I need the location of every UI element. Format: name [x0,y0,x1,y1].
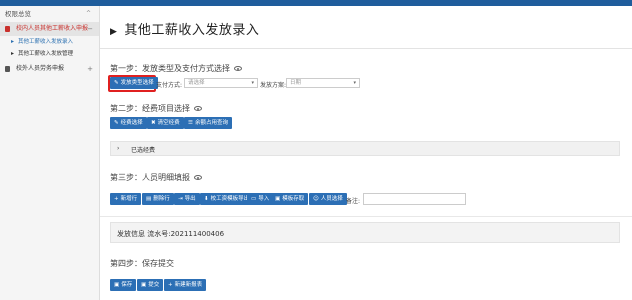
add-row-label: 新增行 [120,196,138,202]
bullet-icon: ▸ [11,50,15,57]
fund-select-button[interactable]: ✎ 经费选择 [110,117,147,129]
divider [100,216,632,217]
chevron-down-icon: ▾ [251,80,254,86]
page-title-text: 其他工薪收入发放录入 [124,23,260,38]
triangle-icon: ▶ [110,27,118,37]
divider [100,48,632,49]
fund-clear-label: 清空经费 [157,120,180,126]
sidebar: 权限总览 ^ 校内人员其他工薪收入申报 − ▸ 其他工薪收入发放录入 ▸ 其他工… [0,6,100,300]
scheme-label: 发放方案: [260,82,287,89]
sidebar-group-internal[interactable]: 校内人员其他工薪收入申报 − [0,22,99,36]
user-icon: ☺ [313,196,319,202]
export-label: 导出 [184,196,196,202]
sidebar-item-label: 其他工薪收入发放管理 [18,51,74,57]
sidebar-group-external[interactable]: 校外人员劳务申报 + [0,62,99,76]
document-icon [5,66,10,72]
template-export-button[interactable]: ⬇ 校工资模板导出 [200,193,254,205]
step3-title: 第三步：人员明细填报 [110,172,202,183]
balance-query-button[interactable]: ☰ 余额占用查询 [184,117,232,129]
step4-title: 第四步：保存提交 [110,258,174,269]
download-icon: ⬇ [204,196,209,202]
scheme-value: 日期 [290,80,302,86]
person-select-button[interactable]: ☺ 人员选择 [309,193,347,205]
floppy-icon: ▣ [114,282,120,288]
folder-icon: ▭ [251,196,257,202]
selected-fund-label: 已选经费 [131,147,156,154]
selected-fund-panel[interactable]: › 已选经费 [110,141,620,156]
person-select-label: 人员选择 [320,196,343,202]
sidebar-item-salary-manage[interactable]: ▸ 其他工薪收入发放管理 [0,48,99,60]
eye-icon[interactable] [234,66,242,71]
main-content: ▶ 其他工薪收入发放录入 第一步：发放类型及支付方式选择 ✎ 发放类型选择 支付方式… [100,6,632,300]
sidebar-title[interactable]: 权限总览 ^ [0,6,99,22]
sidebar-group-label: 校外人员劳务申报 [16,65,65,72]
new-report-label: 新建新报表 [174,282,203,288]
balance-query-label: 余额占用查询 [194,120,228,126]
pay-method-label: 支付方式: [156,82,183,89]
fund-clear-button[interactable]: ✖ 清空经费 [147,117,184,129]
plus-icon: + [114,196,119,202]
type-select-button[interactable]: ✎ 发放类型选择 [110,77,158,89]
export-icon: ⇥ [178,196,183,202]
caret-right-icon: › [117,145,120,152]
pencil-icon: ✎ [114,120,119,126]
delete-row-label: 删除行 [153,196,170,202]
document-icon [5,26,10,32]
template-save-button[interactable]: ▣ 模板存取 [271,193,309,205]
trash-icon: ✖ [151,120,156,126]
save-icon: ▣ [275,196,281,202]
step1-title-text: 第一步：发放类型及支付方式选择 [110,64,230,73]
submit-label: 提交 [148,282,160,288]
import-button[interactable]: ▭ 导入 [247,193,274,205]
remark-label: 备注: [346,198,361,205]
step2-title-text: 第二步：经费项目选择 [110,104,190,113]
chevron-down-icon: ▾ [353,80,356,86]
add-row-button[interactable]: + 新增行 [110,193,142,205]
pay-method-select[interactable]: 请选择 ▾ [184,78,258,88]
list-icon: ☰ [188,120,193,126]
chevron-up-icon[interactable]: ^ [86,6,91,22]
import-label: 导入 [258,196,270,202]
sidebar-item-label: 其他工薪收入发放录入 [18,39,74,45]
sidebar-group-label: 校内人员其他工薪收入申报 [16,25,89,32]
type-select-label: 发放类型选择 [120,80,154,86]
eye-icon[interactable] [194,106,202,111]
step1-title: 第一步：发放类型及支付方式选择 [110,63,242,74]
bullet-icon: ▸ [11,38,15,45]
save-label: 保存 [121,282,133,288]
pencil-icon: ✎ [114,80,119,86]
step3-title-text: 第三步：人员明细填报 [110,173,190,182]
template-save-label: 模板存取 [282,196,305,202]
save-button[interactable]: ▣ 保存 [110,279,137,291]
remark-input[interactable] [363,193,466,205]
sidebar-title-label: 权限总览 [5,10,31,18]
scheme-select[interactable]: 日期 ▾ [286,78,360,88]
template-export-label: 校工资模板导出 [210,196,250,202]
submit-button[interactable]: ▣ 提交 [137,279,164,291]
issue-info-panel: 发放信息 流水号:202111400406 [110,222,620,243]
delete-row-button[interactable]: ▤ 删除行 [142,193,174,205]
pay-method-value: 请选择 [188,80,205,86]
trash-icon: ▤ [146,196,152,202]
eye-icon[interactable] [194,175,202,180]
collapse-icon[interactable]: − [87,22,93,36]
floppy-icon: ▣ [141,282,147,288]
serial-number: 发放信息 流水号:202111400406 [117,230,225,238]
expand-icon[interactable]: + [87,62,93,76]
export-button[interactable]: ⇥ 导出 [174,193,200,205]
step4-title-text: 第四步：保存提交 [110,259,174,268]
new-report-button[interactable]: + 新建新报表 [164,279,207,291]
plus-icon: + [168,282,173,288]
step2-title: 第二步：经费项目选择 [110,103,202,114]
sidebar-item-salary-entry[interactable]: ▸ 其他工薪收入发放录入 [0,36,99,48]
fund-select-label: 经费选择 [120,120,143,126]
page-title: ▶ 其他工薪收入发放录入 [110,19,259,38]
